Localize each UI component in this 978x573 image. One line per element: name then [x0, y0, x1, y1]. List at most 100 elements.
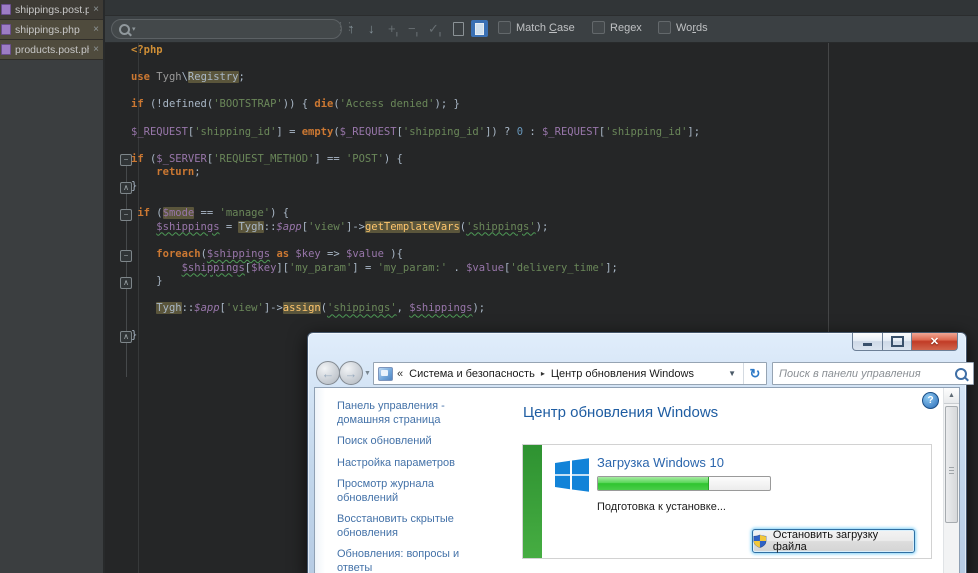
- editor-tab-strip: shippings.post.php×shippings.php×product…: [0, 0, 105, 573]
- windows-update-window: ✕ ← → ▼ « Система и безопасность ▸ Центр…: [307, 332, 967, 573]
- checkbox-icon[interactable]: [498, 21, 511, 34]
- find-search-input[interactable]: ▾: [111, 19, 342, 39]
- code-token: as: [276, 248, 289, 260]
- toggle-label: Words: [676, 22, 708, 34]
- minimize-button[interactable]: [852, 333, 883, 351]
- forward-button[interactable]: →: [339, 361, 363, 385]
- code-token: $shippings: [409, 302, 472, 314]
- editor-tab[interactable]: shippings.post.php×: [0, 0, 103, 20]
- code-token: (!: [150, 98, 163, 110]
- open-in-find-window-icon[interactable]: [471, 20, 488, 37]
- task-sidebar: Панель управления - домашняя страница Пои…: [315, 388, 512, 573]
- scroll-up-icon[interactable]: ▲: [944, 388, 959, 404]
- vertical-scrollbar[interactable]: ▲: [943, 388, 959, 573]
- code-token: [131, 302, 156, 314]
- code-token: ][: [276, 262, 289, 274]
- maximize-button[interactable]: [883, 333, 911, 351]
- code-token: )) {: [283, 98, 315, 110]
- code-line: [131, 194, 700, 208]
- download-heading: Загрузка Windows 10: [597, 455, 724, 470]
- code-token: getTemplateVars: [365, 221, 460, 233]
- breadcrumb-item-system-security[interactable]: Система и безопасность: [409, 368, 535, 380]
- code-line: }: [131, 180, 700, 194]
- code-line: [131, 289, 700, 303]
- sidebar-link[interactable]: Панель управления - домашняя страница: [337, 400, 492, 427]
- code-token: ) {: [384, 153, 403, 165]
- find-bar: ▾ ⋮⋮ ↑↓+II−II✓II Match CaseRegexWords: [105, 16, 978, 43]
- toggle-label: Regex: [610, 22, 642, 34]
- highlight-in-file-icon[interactable]: [453, 22, 464, 36]
- sidebar-link[interactable]: Настройка параметров: [337, 457, 492, 471]
- code-token: 'my_param': [289, 262, 352, 274]
- tab-label: products.post.php: [15, 44, 89, 56]
- window-content: ? Панель управления - домашняя страницаП…: [314, 387, 960, 573]
- editor-tab[interactable]: products.post.php ×: [0, 40, 103, 60]
- sidebar-link[interactable]: Просмотр журнала обновлений: [337, 478, 492, 505]
- address-bar[interactable]: « Система и безопасность ▸ Центр обновле…: [373, 362, 767, 385]
- code-token: foreach: [156, 248, 200, 260]
- stop-download-button[interactable]: Остановить загрузку файла: [752, 529, 915, 553]
- address-dropdown-icon[interactable]: ▼: [721, 369, 743, 378]
- control-panel-search-input[interactable]: Поиск в панели управления: [772, 362, 974, 385]
- tab-close-icon[interactable]: ×: [93, 4, 99, 15]
- regex-toggle[interactable]: Regex: [592, 21, 642, 34]
- minimize-icon: [863, 343, 872, 346]
- code-token: \: [182, 71, 188, 83]
- code-token: ] ==: [314, 153, 346, 165]
- tab-close-icon[interactable]: ×: [93, 44, 99, 55]
- code-token: ]->: [264, 302, 283, 314]
- code-token: 'view': [226, 302, 264, 314]
- code-token: ];: [687, 126, 700, 138]
- code-token: 'shipping_id': [194, 126, 276, 138]
- sidebar-link[interactable]: Обновления: вопросы и ответы: [337, 548, 492, 573]
- match-case-toggle[interactable]: Match Case: [498, 21, 575, 34]
- code-token: 'my_param:': [378, 262, 448, 274]
- checkbox-icon[interactable]: [658, 21, 671, 34]
- checkbox-icon[interactable]: [592, 21, 605, 34]
- recent-pages-chevron-icon[interactable]: ▼: [364, 370, 371, 377]
- scrollbar-thumb[interactable]: [945, 406, 958, 523]
- code-token: ;: [194, 166, 200, 178]
- sidebar-link[interactable]: Восстановить скрытые обновления: [337, 513, 492, 540]
- code-line: $_REQUEST['shipping_id'] = empty($_REQUE…: [131, 126, 700, 140]
- code-token: ::: [182, 302, 195, 314]
- code-token: assign: [283, 302, 321, 314]
- navigation-bar: ← → ▼ « Система и безопасность ▸ Центр о…: [314, 358, 960, 387]
- code-lines: <?phpuse Tygh\Registry;if (!defined('BOO…: [131, 44, 700, 343]
- code-token: defined: [163, 98, 207, 110]
- tab-close-icon[interactable]: ×: [93, 24, 99, 35]
- code-token: Registry: [188, 71, 239, 83]
- code-token: 'REQUEST_METHOD': [213, 153, 314, 165]
- select-all-occurrences-icon[interactable]: ✓II: [428, 20, 440, 45]
- code-line: [131, 85, 700, 99]
- close-button[interactable]: ✕: [911, 333, 958, 351]
- editor-tab[interactable]: shippings.php×: [0, 20, 103, 40]
- breadcrumb-item-windows-update[interactable]: Центр обновления Windows: [551, 368, 694, 380]
- search-history-chevron-icon[interactable]: ▾: [132, 26, 136, 33]
- maximize-icon: [891, 336, 904, 347]
- words-toggle[interactable]: Words: [658, 21, 708, 34]
- status-stripe: [523, 445, 542, 558]
- back-button[interactable]: ←: [316, 361, 340, 385]
- code-line: <?php: [131, 44, 700, 58]
- code-token: 'BOOTSTRAP': [213, 98, 283, 110]
- code-token: 'view': [308, 221, 346, 233]
- refresh-button[interactable]: ↻: [743, 363, 766, 384]
- code-line: foreach($shippings as $key => $value ){: [131, 248, 700, 262]
- code-token: }: [131, 275, 163, 287]
- code-token: ) {: [270, 207, 289, 219]
- remove-occurrence-icon[interactable]: −II: [408, 20, 417, 45]
- code-token: ::: [264, 221, 277, 233]
- occurrence-suffix: II: [396, 33, 397, 39]
- next-occurrence-icon[interactable]: ↓: [368, 20, 375, 37]
- sidebar-link[interactable]: Поиск обновлений: [337, 435, 492, 449]
- add-occurrence-icon[interactable]: +II: [388, 20, 397, 45]
- code-token: Tygh: [156, 71, 181, 83]
- prev-occurrence-icon[interactable]: ↑: [348, 20, 355, 37]
- code-token: 'manage': [220, 207, 271, 219]
- code-line: Tygh::$app['view']->assign('shippings', …: [131, 302, 700, 316]
- code-token: }: [131, 329, 137, 341]
- code-line: $shippings[$key]['my_param'] = 'my_param…: [131, 262, 700, 276]
- code-token: .: [447, 262, 466, 274]
- code-token: ,: [397, 302, 410, 314]
